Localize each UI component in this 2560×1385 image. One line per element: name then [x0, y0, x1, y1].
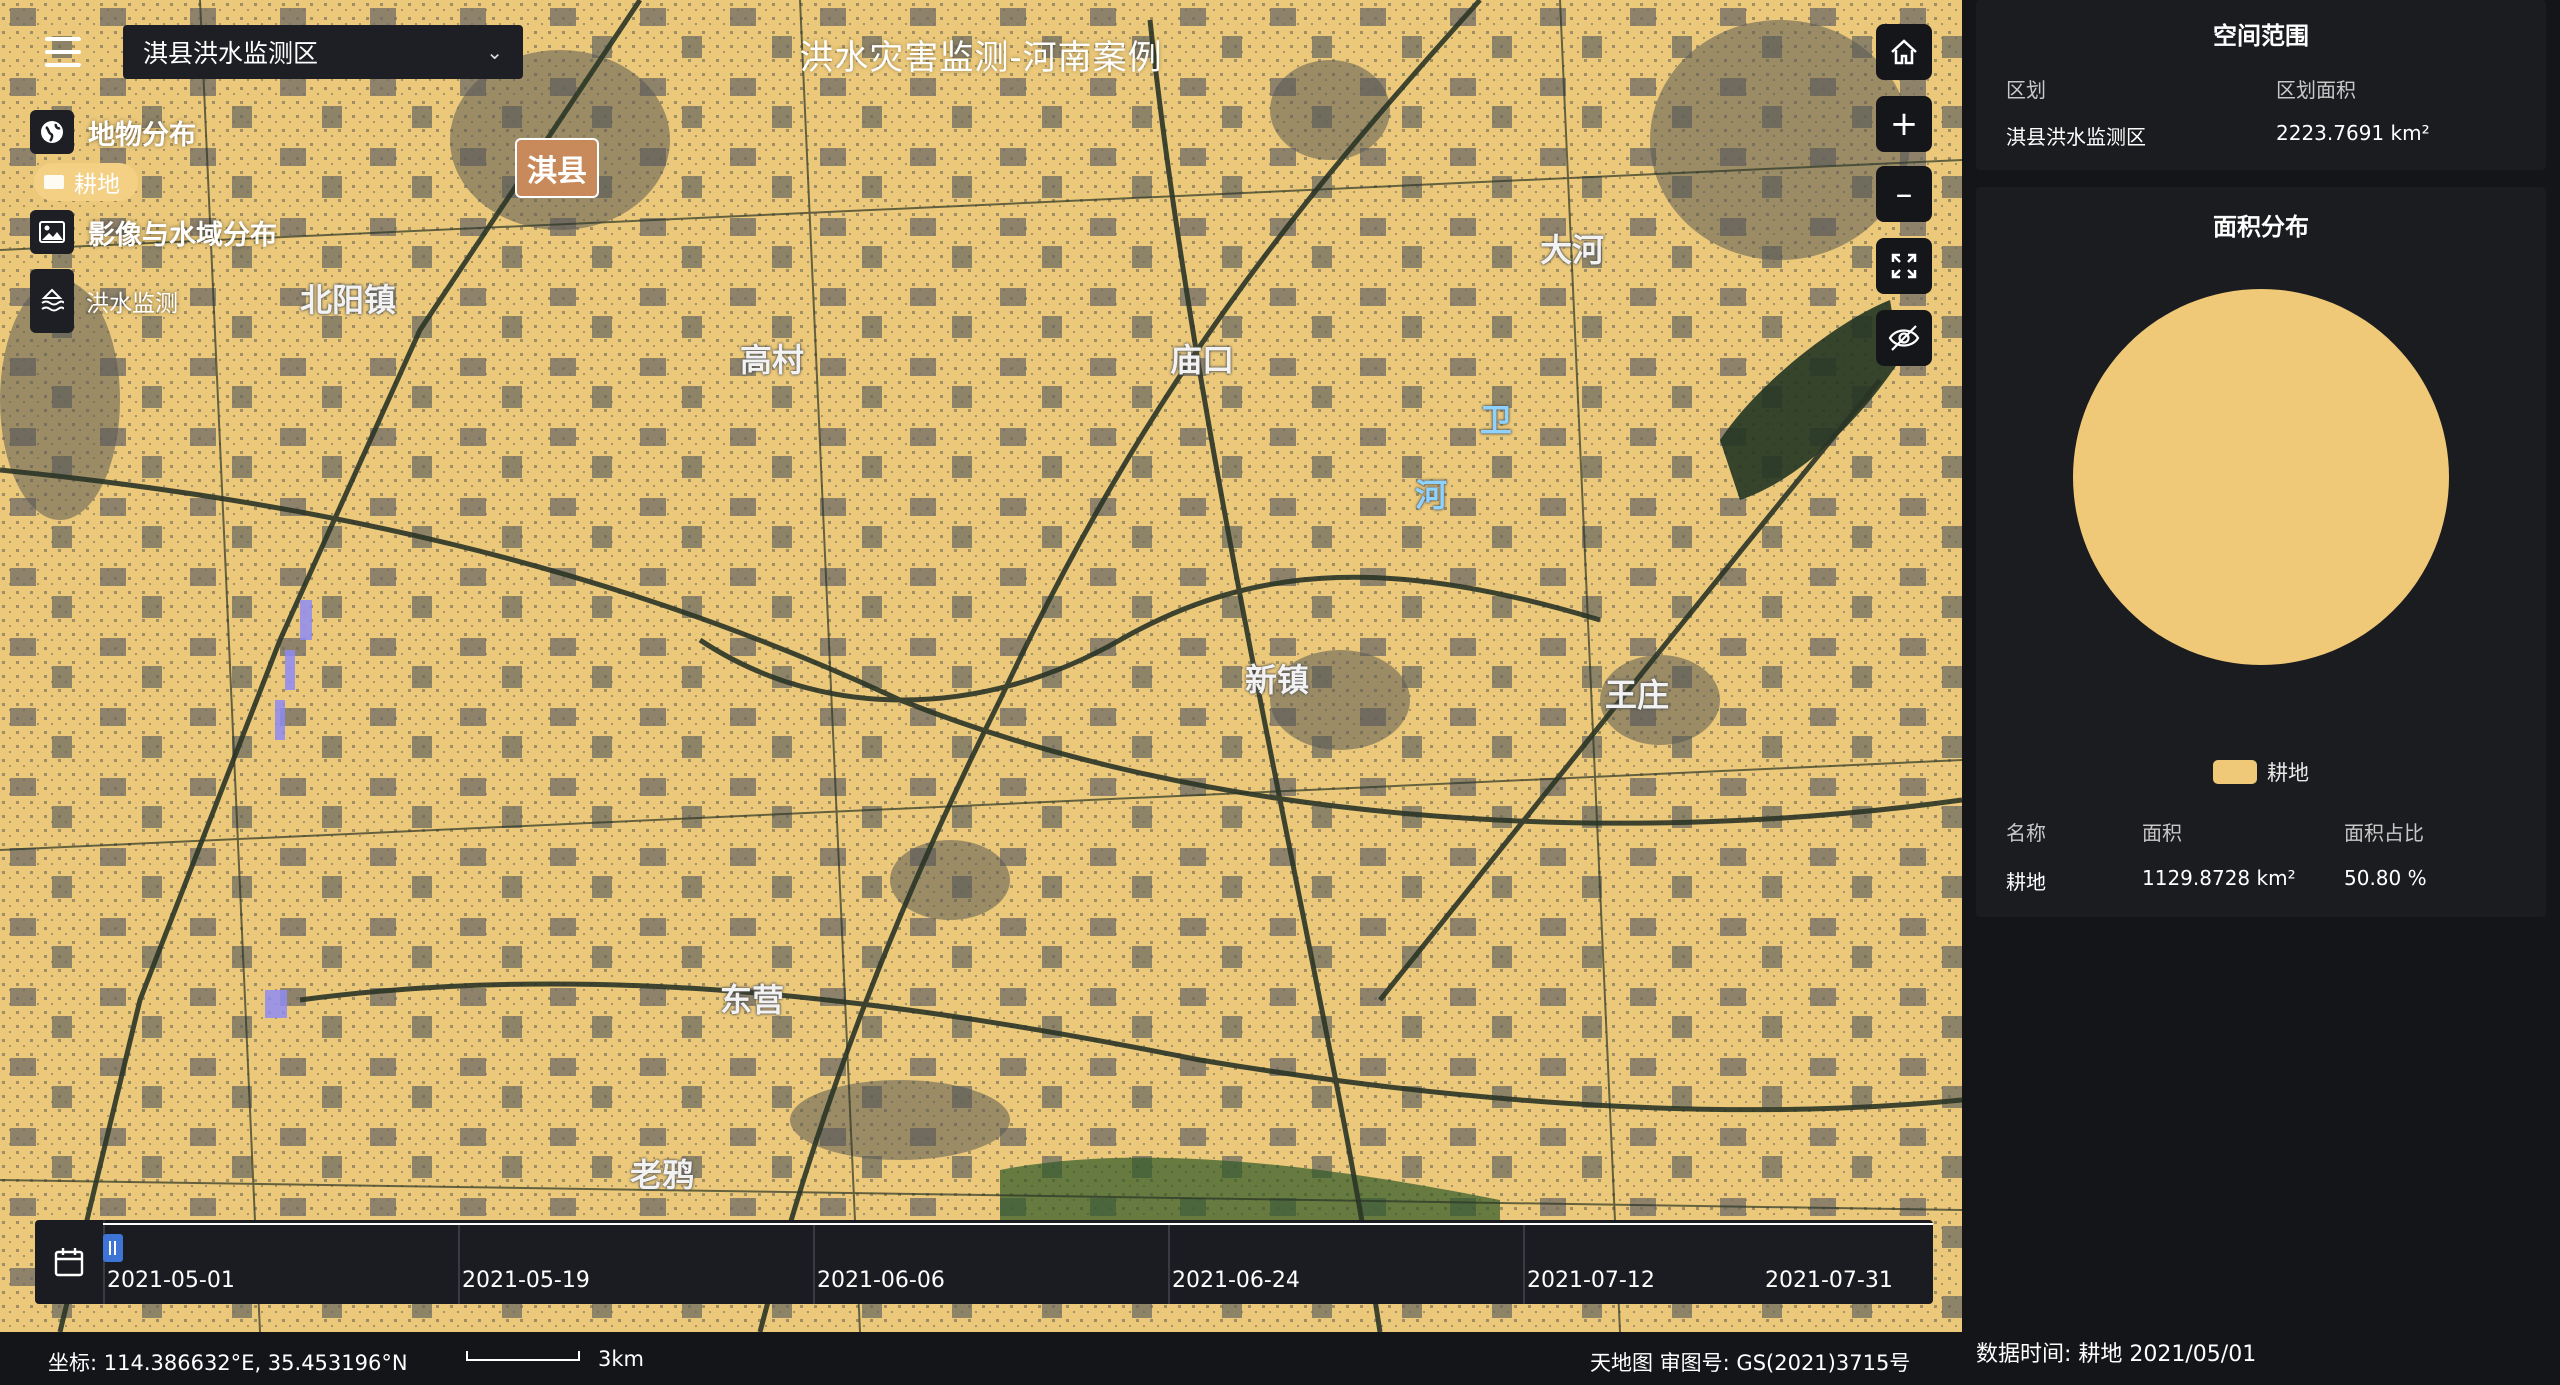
calendar-icon: [54, 1248, 84, 1277]
data-time-label: 数据时间: 耕地 2021/05/01: [1976, 1342, 2257, 1367]
place-label: 河: [1415, 476, 1448, 514]
place-label: 庙口: [1170, 341, 1235, 379]
card-title-spatial: 空间范围: [2213, 22, 2309, 50]
city-label-badge: 淇县: [515, 138, 599, 198]
pie-slice-cropland[interactable]: [2073, 289, 2449, 665]
menu-button[interactable]: [35, 26, 93, 78]
place-label: 老鸦: [630, 1156, 695, 1194]
home-icon: [1891, 39, 1917, 65]
timeline-tick-label: 2021-06-06: [817, 1268, 945, 1293]
timeline-tick: [458, 1225, 460, 1304]
timeline-tick-label: 2021-05-01: [107, 1268, 235, 1293]
legend-swatch-cropland: [2213, 760, 2257, 784]
timeline-tick: [1523, 1225, 1525, 1304]
column-header: 区划面积: [2276, 78, 2356, 102]
layer-title-land-cover: 地物分布: [88, 119, 196, 151]
region-select[interactable]: 淇县洪水监测区 ⌄: [123, 25, 523, 79]
timeline-track[interactable]: 2021-05-01 2021-05-19 2021-06-06 2021-06…: [103, 1220, 1933, 1304]
timeline-tick-label: 2021-07-12: [1527, 1268, 1655, 1293]
scale-label: 3km: [598, 1347, 644, 1371]
column-header: 区划: [2006, 78, 2046, 102]
timeline-handle[interactable]: [103, 1234, 123, 1262]
column-header: 面积占比: [2344, 821, 2424, 845]
map-attribution: 天地图 审图号: GS(2021)3715号: [1590, 1351, 1911, 1375]
home-button[interactable]: [1876, 24, 1932, 80]
timeline-tick-label: 2021-06-24: [1172, 1268, 1300, 1293]
layer-item-flood[interactable]: 洪水监测: [30, 269, 277, 333]
zoom-in-button[interactable]: +: [1876, 96, 1932, 152]
region-select-value: 淇县洪水监测区: [143, 39, 319, 68]
timeline-tick-label: 2021-05-19: [462, 1268, 590, 1293]
calendar-button[interactable]: [35, 1220, 105, 1304]
eye-slash-icon: [1888, 325, 1920, 351]
layer-title-imagery: 影像与水域分布: [88, 219, 277, 251]
chevron-down-icon: ⌄: [486, 40, 503, 64]
column-header: 面积: [2142, 821, 2182, 845]
place-label: 王庄: [1605, 676, 1670, 714]
table-cell-area: 1129.8728 km²: [2142, 866, 2296, 890]
place-label: 北阳镇: [300, 281, 397, 319]
hide-layers-button[interactable]: [1876, 310, 1932, 366]
cursor-coordinate: 坐标: 114.386632°E, 35.453196°N: [48, 1351, 408, 1375]
scale-bar: [466, 1351, 580, 1361]
status-bar: 坐标: 114.386632°E, 35.453196°N 3km 天地图 审图…: [0, 1332, 1962, 1385]
image-icon: [30, 210, 74, 254]
cropland-swatch-icon: [44, 175, 64, 189]
timeline-tick: [1168, 1225, 1170, 1304]
layer-label-flood: 洪水监测: [86, 291, 178, 317]
pie-legend[interactable]: 耕地: [1976, 757, 2546, 787]
map-view[interactable]: 洪水灾害监测-河南案例 淇县 高村 北阳镇 卫 河 新镇 王庄 大河 东营 庙口…: [0, 0, 1962, 1332]
zoom-out-button[interactable]: –: [1876, 166, 1932, 222]
layer-group-land-cover[interactable]: 地物分布: [30, 105, 277, 159]
column-header: 名称: [2006, 821, 2046, 845]
layer-chip-label: 耕地: [74, 172, 120, 198]
timeline-tick: [813, 1225, 815, 1304]
land-cover-layer: [0, 0, 1962, 1332]
layer-chip-cropland[interactable]: 耕地: [34, 163, 138, 201]
layer-group-imagery[interactable]: 影像与水域分布: [30, 205, 277, 259]
table-cell-name: 耕地: [2006, 870, 2046, 894]
region-name-cell: 淇县洪水监测区: [2006, 125, 2146, 149]
card-title-area: 面积分布: [2213, 213, 2309, 241]
place-label: 东营: [720, 981, 785, 1019]
timeline-tick-label: 2021-07-31: [1765, 1268, 1893, 1293]
place-label: 高村: [740, 341, 805, 379]
side-panel: 空间范围 区划 区划面积 淇县洪水监测区 2223.7691 km² 面积分布 …: [1962, 0, 2560, 1385]
area-pie-chart: [2073, 289, 2449, 665]
fullscreen-icon: [1891, 253, 1917, 279]
plus-icon: +: [1889, 104, 1919, 144]
fullscreen-button[interactable]: [1876, 238, 1932, 294]
place-label: 卫: [1480, 401, 1513, 439]
legend-label: 耕地: [2267, 761, 2309, 785]
layer-panel: 地物分布 耕地 影像与水域分布 洪水监测: [30, 105, 277, 333]
flood-wave-icon: [30, 269, 74, 333]
place-label: 大河: [1540, 231, 1605, 269]
region-area-cell: 2223.7691 km²: [2276, 121, 2430, 145]
table-cell-ratio: 50.80 %: [2344, 866, 2427, 890]
area-distribution-card: 面积分布 耕地 名称 面积 面积占比 耕地 1129.8728 km² 50.8…: [1976, 187, 2546, 917]
timeline[interactable]: 2021-05-01 2021-05-19 2021-06-06 2021-06…: [35, 1220, 1933, 1304]
minus-icon: –: [1895, 174, 1913, 214]
spatial-range-card: 空间范围 区划 区划面积 淇县洪水监测区 2223.7691 km²: [1976, 0, 2546, 170]
timeline-line: [103, 1223, 1933, 1225]
place-label: 新镇: [1245, 661, 1310, 699]
globe-icon: [30, 110, 74, 154]
